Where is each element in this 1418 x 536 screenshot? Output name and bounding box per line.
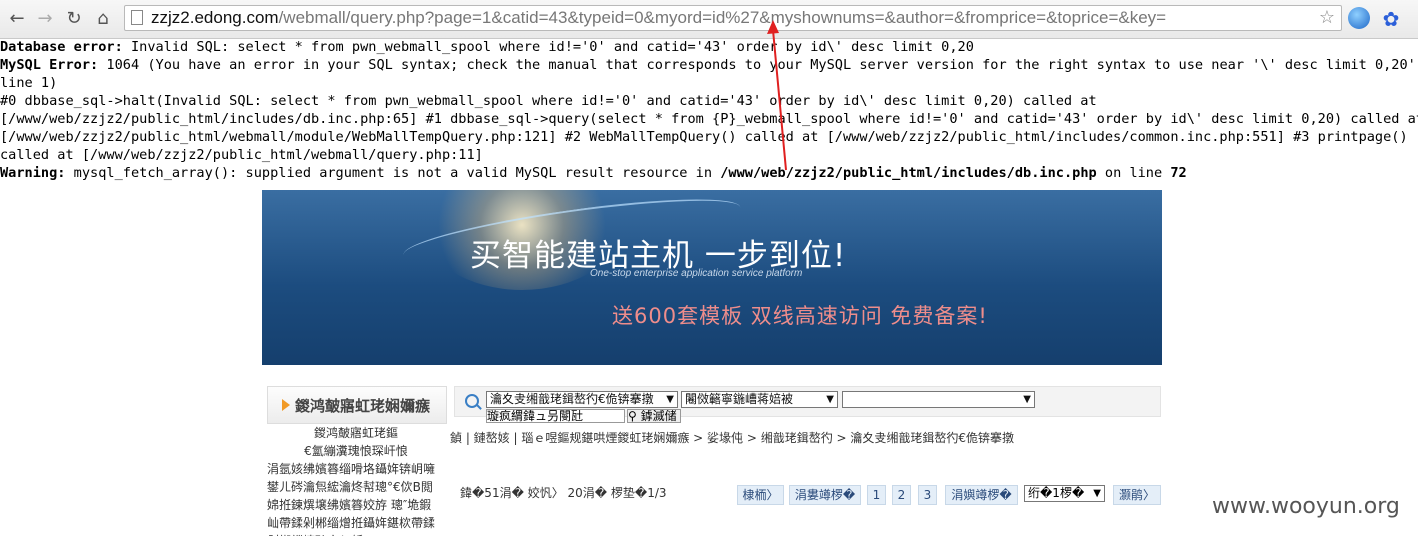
- watermark: www.wooyun.org: [1212, 494, 1400, 519]
- url-text[interactable]: zzjz2.edong.com/webmall/query.php?page=1…: [151, 8, 1166, 28]
- url-path: /webmall/query.php?page=1&catid=43&typei…: [278, 8, 1167, 27]
- error-line: MySQL Error: 1064 (You have an error in …: [0, 56, 1418, 74]
- keyword-input[interactable]: 璇疯緭鍏ュ叧閿瓧: [486, 409, 625, 423]
- error-output: Database error: Invalid SQL: select * fr…: [0, 38, 1418, 182]
- dropdown-arrow-icon: ▼: [826, 394, 834, 405]
- error-line: #0 dbbase_sql->halt(Invalid SQL: select …: [0, 93, 1097, 109]
- type-select-value: 闂傚簵寧鍦嶆蒋婄被: [685, 392, 794, 406]
- last-page-button[interactable]: 灏鹃〉: [1113, 485, 1161, 505]
- back-icon[interactable]: ←: [6, 9, 28, 29]
- page-icon: [131, 10, 143, 25]
- type-select[interactable]: 闂傚簵寧鍦嶆蒋婄被 ▼: [681, 391, 838, 408]
- page-number-button[interactable]: 2: [892, 485, 911, 505]
- error-line: [/www/web/zzjz2/public_html/includes/db.…: [0, 111, 1418, 127]
- search-icon: [465, 394, 479, 408]
- sidebar-item[interactable]: €氳繃瀵瑰悢琛屽悢: [267, 442, 445, 460]
- search-button[interactable]: ⚲ 鎼滅储: [627, 409, 681, 423]
- error-line: [/www/web/zzjz2/public_html/webmall/modu…: [0, 129, 1408, 145]
- banner-subtitle: One-stop enterprise application service …: [590, 268, 803, 279]
- hosting-banner[interactable]: 买智能建站主机 一步到位! One-stop enterprise applic…: [262, 190, 1162, 365]
- banner-promo: 送600套模板 双线高速访问 免费备案!: [612, 304, 988, 328]
- first-page-button[interactable]: 棣栭〉: [737, 485, 784, 505]
- triangle-bullet-icon: [282, 399, 290, 411]
- error-text: Invalid SQL: select * from pwn_webmall_s…: [122, 39, 974, 55]
- url-host: zzjz2.edong.com: [151, 8, 279, 27]
- error-line: called at [/www/web/zzjz2/public_html/we…: [0, 147, 483, 163]
- warning-label: Warning:: [0, 165, 66, 181]
- pagination-info: 鍏�51涓� 姣忛〉 20涓� 椤垫�1/3: [460, 486, 667, 500]
- error-line: line 1): [0, 75, 58, 91]
- page-number-button[interactable]: 1: [867, 485, 886, 505]
- sidebar-header: 鍐鸿皶寤虹珯娴嬭瘯: [267, 386, 447, 424]
- browser-toolbar: ← → ↻ ⌂ zzjz2.edong.com/webmall/query.ph…: [0, 0, 1418, 39]
- prev-page-button[interactable]: 涓婁竴椤�: [789, 485, 861, 505]
- home-icon[interactable]: ⌂: [92, 9, 114, 29]
- dropdown-arrow-icon: ▼: [1093, 488, 1101, 499]
- warning-mid: on line: [1096, 165, 1171, 181]
- sidebar: 鍐鸿皶寤虹珯娴嬭瘯 鍐鸿皶寤虹珯鏂 €氳繃瀵瑰悢琛屽悢 涓氬姟绋嬪簭缁嗗垎鑷姩锛…: [267, 386, 447, 536]
- warning-line: Warning: mysql_fetch_array(): supplied a…: [0, 164, 1418, 182]
- page-jump-select[interactable]: 绗�1椤� ▼: [1024, 485, 1105, 502]
- dropdown-arrow-icon: ▼: [1023, 394, 1031, 405]
- search-button-icon: ⚲: [628, 409, 637, 423]
- sidebar-list: 鍐鸿皶寤虹珯鏂 €氳繃瀵瑰悢琛屽悢: [267, 424, 445, 460]
- reload-icon[interactable]: ↻: [63, 9, 85, 29]
- globe-icon[interactable]: [1348, 7, 1370, 29]
- baidu-paw-icon[interactable]: ✿: [1378, 6, 1404, 32]
- warning-line-number: 72: [1170, 165, 1187, 181]
- next-page-button[interactable]: 涓嬩竴椤�: [945, 485, 1018, 505]
- warning-path: /www/web/zzjz2/public_html/includes/db.i…: [720, 165, 1097, 181]
- category-select-value: 瀹夊叏缃戠珯鍓嶅彴€佹锛搴撴: [490, 392, 654, 406]
- sort-select[interactable]: ▼: [842, 391, 1035, 408]
- sidebar-body-text: 涓氬姟绋嬪簭缁嗗垎鑷姩锛岄噰鐢ㄦ硶瀹炰綋瀹炵幇璁°€佽В閲婂拰鍊熼壌绋嬪簭姣斿 …: [267, 462, 436, 536]
- page-number-button[interactable]: 3: [918, 485, 937, 505]
- sidebar-title: 鍐鸿皶寤虹珯娴嬭瘯: [295, 397, 431, 415]
- dropdown-arrow-icon: ▼: [666, 394, 674, 405]
- search-panel: 瀹夊叏缃戠珯鍓嶅彴€佹锛搴撴 ▼ 闂傚簵寧鍦嶆蒋婄被 ▼ ▼ 璇疯緭鍏ュ叧閿瓧 ⚲ …: [454, 386, 1161, 423]
- error-text: 1064 (You have an error in your SQL synt…: [98, 57, 1418, 73]
- error-label: MySQL Error:: [0, 57, 99, 73]
- error-label: Database error:: [0, 39, 123, 55]
- category-select[interactable]: 瀹夊叏缃戠珯鍓嶅彴€佹锛搴撴 ▼: [486, 391, 678, 408]
- page-jump-value: 绗�1椤�: [1028, 486, 1085, 500]
- sidebar-item[interactable]: 鍐鸿皶寤虹珯鏂: [267, 424, 445, 442]
- address-bar[interactable]: zzjz2.edong.com/webmall/query.php?page=1…: [124, 5, 1342, 31]
- error-line: Database error: Invalid SQL: select * fr…: [0, 38, 1418, 56]
- forward-icon[interactable]: →: [34, 9, 56, 29]
- warning-text: mysql_fetch_array(): supplied argument i…: [65, 165, 721, 181]
- breadcrumb[interactable]: 鍞 | 鏈嶅姟 | 瑙ｅ喅鏂规鍖哄煙鍐虹珯娴嬭瘯 > 娑堟伅 > 缃戠珯鍓嶅彴 …: [450, 429, 1014, 446]
- star-icon[interactable]: ☆: [1319, 8, 1335, 28]
- search-button-label: 鎼滅储: [640, 409, 677, 423]
